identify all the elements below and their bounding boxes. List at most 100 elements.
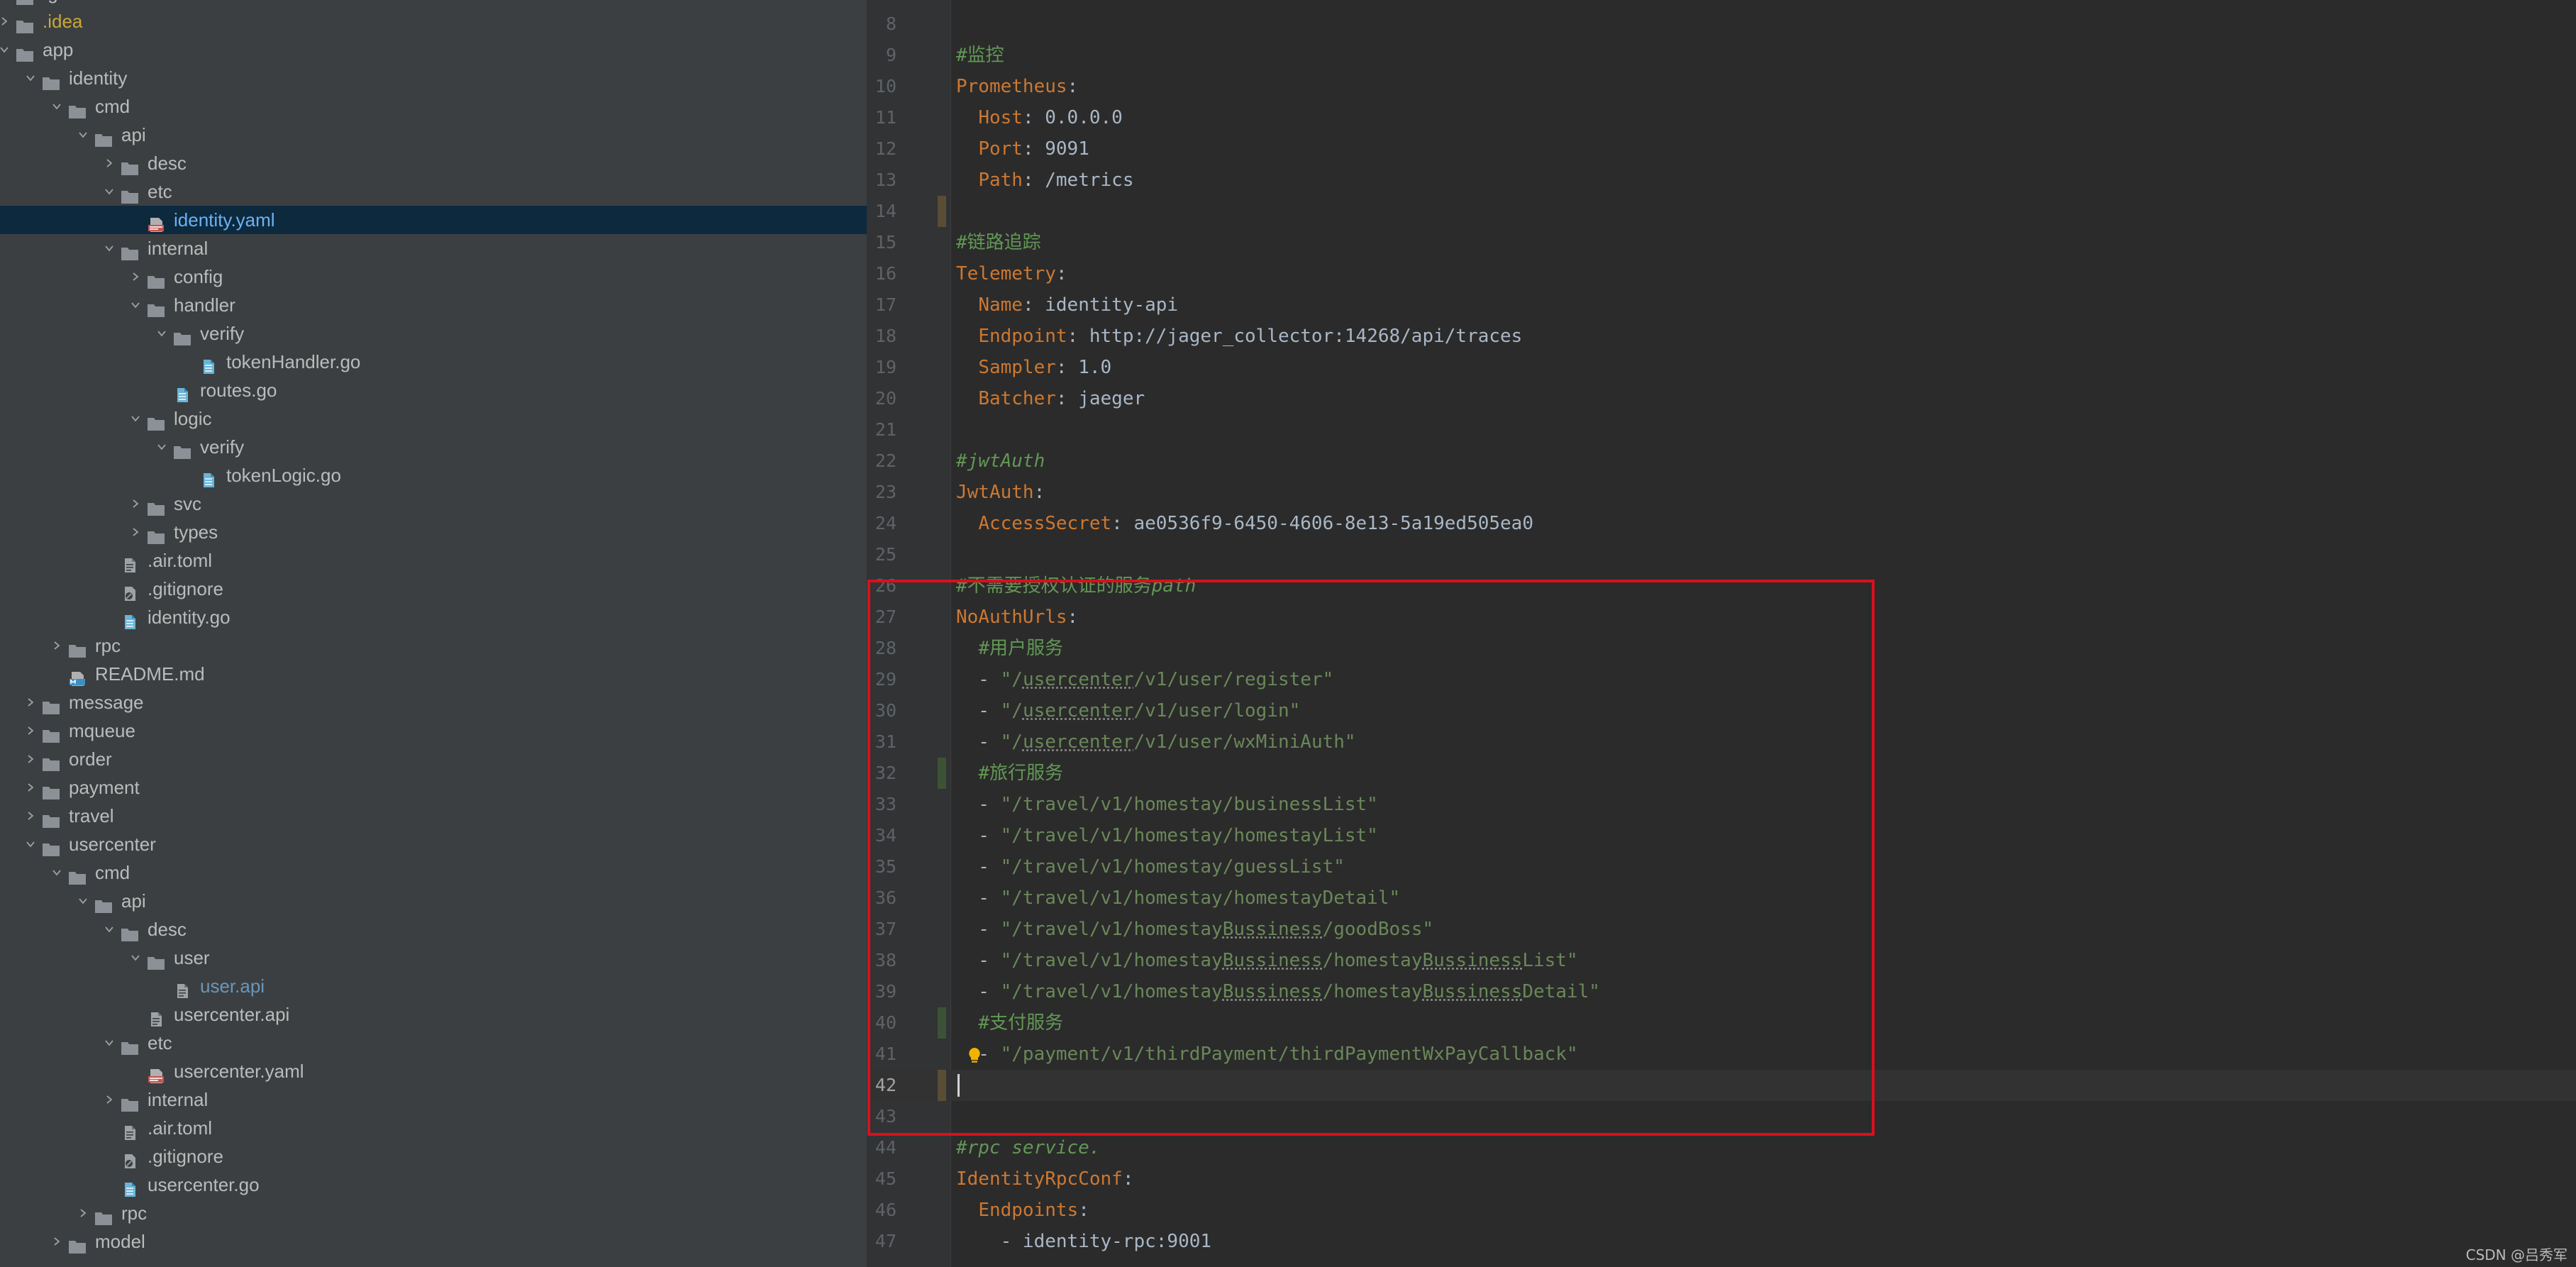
code-line[interactable]: 25: [868, 539, 2576, 570]
chevron-down-icon[interactable]: [102, 915, 116, 944]
code-line[interactable]: 7 Level: error: [868, 0, 2576, 9]
chevron-down-icon[interactable]: [155, 433, 169, 461]
chevron-right-icon[interactable]: [23, 773, 38, 802]
tree-item-usercenter-go[interactable]: usercenter.go: [0, 1171, 867, 1199]
code-line[interactable]: 26 #不需要授权认证的服务path: [868, 570, 2576, 602]
tree-item-order[interactable]: order: [0, 745, 867, 773]
tree-item-github[interactable]: .github: [0, 0, 867, 7]
code-line[interactable]: 17 Name: identity-api: [868, 289, 2576, 321]
code-line[interactable]: 44 #rpc service.: [868, 1132, 2576, 1163]
tree-item-logic[interactable]: logic: [0, 404, 867, 433]
tree-item-routes-go[interactable]: routes.go: [0, 376, 867, 404]
code-line[interactable]: 16 Telemetry:: [868, 258, 2576, 289]
chevron-right-icon[interactable]: [23, 717, 38, 745]
chevron-right-icon[interactable]: [102, 1085, 116, 1114]
tree-item-mqueue[interactable]: mqueue: [0, 717, 867, 745]
code-line[interactable]: 34 - "/travel/v1/homestay/homestayList": [868, 820, 2576, 851]
chevron-down-icon[interactable]: [76, 887, 90, 915]
tree-item-air-toml[interactable]: .air.toml: [0, 546, 867, 575]
tree-item-api[interactable]: api: [0, 121, 867, 149]
tree-item-app[interactable]: app: [0, 35, 867, 64]
code-line[interactable]: 9 #监控: [868, 40, 2576, 71]
chevron-down-icon[interactable]: [76, 121, 90, 149]
chevron-down-icon[interactable]: [128, 944, 143, 972]
code-line[interactable]: 20 Batcher: jaeger: [868, 383, 2576, 414]
code-line[interactable]: 29 - "/usercenter/v1/user/register": [868, 664, 2576, 695]
tree-item-usercenter-api[interactable]: usercenter.api: [0, 1000, 867, 1029]
code-line[interactable]: 15 #链路追踪: [868, 227, 2576, 258]
tree-item-gitignore[interactable]: .gitignore: [0, 575, 867, 603]
chevron-right-icon[interactable]: [76, 1199, 90, 1227]
code-editor[interactable]: 7 Level: error89#监控10Prometheus:11 Host:…: [868, 0, 2576, 1267]
tree-item-cmd[interactable]: cmd: [0, 92, 867, 121]
code-line[interactable]: 45 IdentityRpcConf:: [868, 1163, 2576, 1195]
tree-item-identity[interactable]: identity: [0, 64, 867, 92]
tree-item-verify[interactable]: verify: [0, 319, 867, 348]
tree-item-handler[interactable]: handler: [0, 291, 867, 319]
tree-item-svc[interactable]: svc: [0, 489, 867, 518]
tree-item-tokenlogic-go[interactable]: tokenLogic.go: [0, 461, 867, 489]
tree-item-internal[interactable]: internal: [0, 1085, 867, 1114]
code-line[interactable]: 30 - "/usercenter/v1/user/login": [868, 695, 2576, 726]
code-line[interactable]: 11 Host: 0.0.0.0: [868, 102, 2576, 133]
tree-item-travel[interactable]: travel: [0, 802, 867, 830]
code-line[interactable]: 40 #支付服务: [868, 1007, 2576, 1039]
tree-item-internal[interactable]: internal: [0, 234, 867, 262]
code-line[interactable]: 27 NoAuthUrls:: [868, 602, 2576, 633]
tree-item-cmd[interactable]: cmd: [0, 858, 867, 887]
code-line[interactable]: 35 - "/travel/v1/homestay/guessList": [868, 851, 2576, 883]
code-line[interactable]: 8: [868, 9, 2576, 40]
tree-item-usercenter-yaml[interactable]: usercenter.yaml: [0, 1057, 867, 1085]
chevron-right-icon[interactable]: [50, 631, 64, 660]
chevron-right-icon[interactable]: [23, 688, 38, 717]
code-line[interactable]: 31 - "/usercenter/v1/user/wxMiniAuth": [868, 726, 2576, 758]
tree-item-desc[interactable]: desc: [0, 915, 867, 944]
code-line[interactable]: 14: [868, 196, 2576, 227]
code-line[interactable]: 23 JwtAuth:: [868, 477, 2576, 508]
code-line[interactable]: 33 - "/travel/v1/homestay/businessList": [868, 789, 2576, 820]
change-marker[interactable]: [938, 1070, 946, 1101]
chevron-down-icon[interactable]: [50, 92, 64, 121]
change-marker[interactable]: [938, 758, 946, 789]
tree-item-etc[interactable]: etc: [0, 1029, 867, 1057]
code-line[interactable]: 43: [868, 1101, 2576, 1132]
tree-item-config[interactable]: config: [0, 262, 867, 291]
chevron-right-icon[interactable]: [23, 745, 38, 773]
tree-item-message[interactable]: message: [0, 688, 867, 717]
tree-item-identity-go[interactable]: identity.go: [0, 603, 867, 631]
chevron-down-icon[interactable]: [0, 35, 11, 64]
code-line[interactable]: 32 #旅行服务: [868, 758, 2576, 789]
tree-item-payment[interactable]: payment: [0, 773, 867, 802]
tree-item-usercenter[interactable]: usercenter: [0, 830, 867, 858]
chevron-down-icon[interactable]: [155, 319, 169, 348]
tree-item-gitignore[interactable]: .gitignore: [0, 1142, 867, 1171]
chevron-right-icon[interactable]: [0, 0, 11, 7]
chevron-down-icon[interactable]: [102, 1029, 116, 1057]
chevron-right-icon[interactable]: [0, 7, 11, 35]
tree-item-types[interactable]: types: [0, 518, 867, 546]
chevron-down-icon[interactable]: [23, 64, 38, 92]
chevron-right-icon[interactable]: [128, 489, 143, 518]
tree-item-rpc[interactable]: rpc: [0, 631, 867, 660]
lightbulb-icon[interactable]: [965, 1044, 984, 1064]
tree-item-rpc[interactable]: rpc: [0, 1199, 867, 1227]
tree-item-readme-md[interactable]: README.md: [0, 660, 867, 688]
chevron-down-icon[interactable]: [50, 858, 64, 887]
chevron-down-icon[interactable]: [128, 404, 143, 433]
tree-item-desc[interactable]: desc: [0, 149, 867, 177]
tree-item-user[interactable]: user: [0, 944, 867, 972]
chevron-right-icon[interactable]: [23, 802, 38, 830]
code-line[interactable]: 24 AccessSecret: ae0536f9-6450-4606-8e13…: [868, 508, 2576, 539]
code-line[interactable]: 19 Sampler: 1.0: [868, 352, 2576, 383]
code-line[interactable]: 39 - "/travel/v1/homestayBussiness/homes…: [868, 976, 2576, 1007]
tree-item-idea[interactable]: .idea: [0, 7, 867, 35]
code-line[interactable]: 42: [868, 1070, 2576, 1101]
code-line[interactable]: 18 Endpoint: http://jager_collector:1426…: [868, 321, 2576, 352]
tree-item-air-toml[interactable]: .air.toml: [0, 1114, 867, 1142]
tree-item-verify[interactable]: verify: [0, 433, 867, 461]
chevron-down-icon[interactable]: [102, 177, 116, 206]
code-line[interactable]: 36 - "/travel/v1/homestay/homestayDetail…: [868, 883, 2576, 914]
code-line[interactable]: 37 - "/travel/v1/homestayBussiness/goodB…: [868, 914, 2576, 945]
code-line[interactable]: 13 Path: /metrics: [868, 165, 2576, 196]
tree-item-etc[interactable]: etc: [0, 177, 867, 206]
